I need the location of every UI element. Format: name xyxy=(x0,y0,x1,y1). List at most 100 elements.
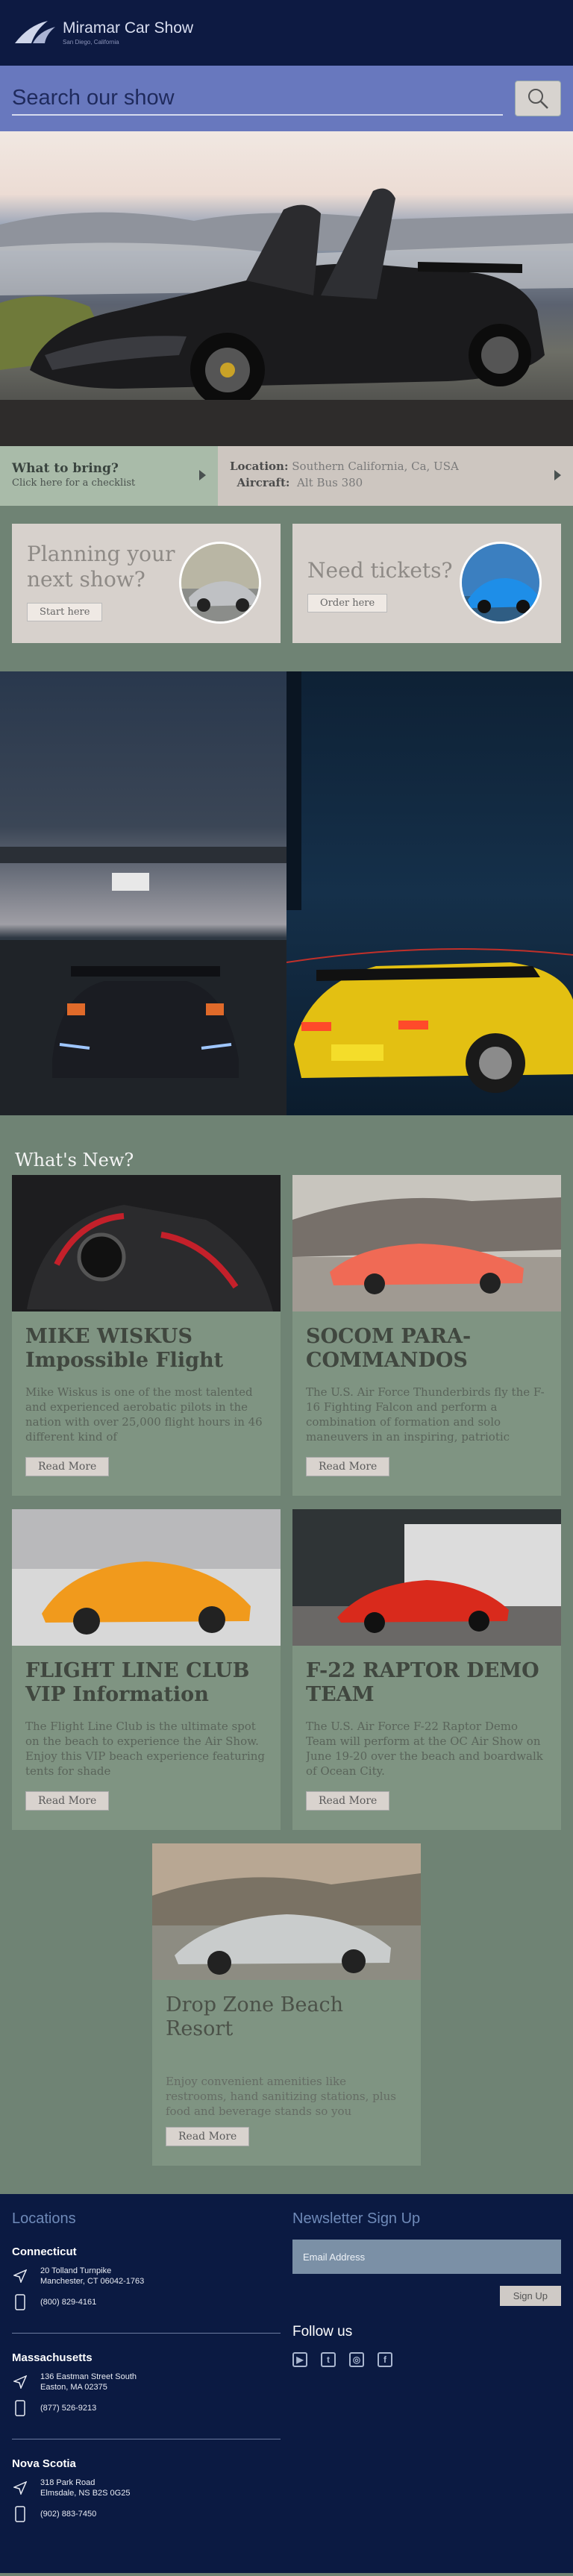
address-line1: 20 Tolland Turnpike xyxy=(40,2266,112,2275)
address-line2: Manchester, CT 06042-1763 xyxy=(40,2277,145,2286)
news-card: MIKE WISKUS Impossible Flight Mike Wisku… xyxy=(12,1175,281,1496)
logo-icon[interactable] xyxy=(13,19,57,46)
address-line2: Elmsdale, NS B2S 0G25 xyxy=(40,2489,131,2498)
news-card: SOCOM PARA-COMMANDOS The U.S. Air Force … xyxy=(292,1175,561,1496)
news-heading: What's New? xyxy=(15,1150,134,1171)
locations-heading: Locations xyxy=(12,2210,76,2227)
news-card-image xyxy=(12,1175,281,1311)
brand-location: San Diego, California xyxy=(63,39,119,46)
region-massachusetts: Massachusetts 136 Eastman Street South Ea… xyxy=(12,2351,281,2416)
order-here-button[interactable]: Order here xyxy=(307,594,388,612)
map-pin-icon xyxy=(12,2481,28,2495)
promo-cards: Planning your next show? Start here Need… xyxy=(0,506,573,671)
region-nova-scotia: Nova Scotia 318 Park Road Elmsdale, NS B2… xyxy=(12,2457,281,2522)
search-button[interactable] xyxy=(515,81,561,116)
promo-car-image xyxy=(460,542,542,624)
locations-section: Locations Connecticut 20 Tolland Turnpik… xyxy=(12,2210,281,2573)
region-name: Massachusetts xyxy=(12,2351,93,2364)
search-bar xyxy=(0,66,573,131)
phone-row[interactable]: (902) 883-7450 xyxy=(12,2506,281,2522)
address-row[interactable]: 318 Park Road Elmsdale, NS B2S 0G25 xyxy=(12,2478,281,2498)
region-connecticut: Connecticut 20 Tolland Turnpike Mancheste… xyxy=(12,2246,281,2310)
gallery-image-night xyxy=(286,671,573,1115)
news-card-title: SOCOM PARA-COMMANDOS xyxy=(306,1325,472,1372)
news-card: FLIGHT LINE CLUB VIP Information The Fli… xyxy=(12,1509,281,1830)
phone-icon xyxy=(12,2294,28,2310)
read-more-button[interactable]: Read More xyxy=(306,1791,390,1811)
follow-heading: Follow us xyxy=(292,2324,353,2340)
region-name: Nova Scotia xyxy=(12,2457,76,2470)
phone-icon xyxy=(12,2400,28,2416)
instagram-icon[interactable]: ◎ xyxy=(349,2352,364,2367)
aircraft-value: Alt Bus 380 xyxy=(297,476,363,489)
address-line1: 136 Eastman Street South xyxy=(40,2372,137,2381)
gallery-image-track xyxy=(0,671,286,1115)
what-to-bring-link[interactable]: What to bring? Click here for a checklis… xyxy=(0,446,218,506)
search-icon xyxy=(528,89,548,109)
news-card-text: The U.S. Air Force Thunderbirds fly the … xyxy=(306,1385,545,1444)
chevron-right-icon xyxy=(199,470,206,480)
youtube-icon[interactable]: ▶ xyxy=(292,2352,307,2367)
address-row[interactable]: 136 Eastman Street South Easton, MA 02375 xyxy=(12,2372,281,2392)
news-card-image xyxy=(292,1509,561,1646)
read-more-button[interactable]: Read More xyxy=(25,1457,110,1476)
hero-image xyxy=(0,131,573,446)
location-row: Location: Southern California, Ca, USA xyxy=(230,458,561,474)
address-line2: Easton, MA 02375 xyxy=(40,2383,107,2392)
map-pin-icon xyxy=(12,2375,28,2389)
region-name: Connecticut xyxy=(12,2246,77,2258)
brand-title[interactable]: Miramar Car Show xyxy=(63,20,193,36)
phone-number: (902) 883-7450 xyxy=(40,2510,97,2519)
news-card: F-22 RAPTOR DEMO TEAM The U.S. Air Force… xyxy=(292,1509,561,1830)
phone-icon xyxy=(12,2506,28,2522)
read-more-button[interactable]: Read More xyxy=(306,1457,390,1476)
address-row[interactable]: 20 Tolland Turnpike Manchester, CT 06042-… xyxy=(12,2266,281,2287)
promo-title: Planning your next show? xyxy=(27,542,175,592)
map-pin-icon xyxy=(12,2269,28,2283)
location-info[interactable]: Location: Southern California, Ca, USA A… xyxy=(218,446,573,506)
promo-card-tickets: Need tickets? Order here xyxy=(292,524,561,643)
news-card-title: MIKE WISKUS Impossible Flight xyxy=(25,1325,224,1372)
newsletter-heading: Newsletter Sign Up xyxy=(292,2210,421,2227)
sign-up-button[interactable]: Sign Up xyxy=(499,2286,561,2306)
email-input[interactable] xyxy=(292,2240,561,2274)
phone-number: (800) 829-4161 xyxy=(40,2298,97,2307)
address-line1: 318 Park Road xyxy=(40,2478,96,2487)
phone-number: (877) 526-9213 xyxy=(40,2404,97,2413)
facebook-icon[interactable]: f xyxy=(378,2352,392,2367)
info-strip: What to bring? Click here for a checklis… xyxy=(0,446,573,506)
location-value: Southern California, Ca, USA xyxy=(292,460,459,473)
what-to-bring-title: What to bring? xyxy=(12,461,119,476)
divider xyxy=(12,2333,281,2334)
aircraft-label: Aircraft: xyxy=(237,476,290,489)
aircraft-row: Aircraft: Alt Bus 380 xyxy=(230,474,561,491)
site-header: Miramar Car Show San Diego, California xyxy=(0,0,573,66)
news-card-text: Mike Wiskus is one of the most talented … xyxy=(25,1385,263,1444)
promo-card-planning: Planning your next show? Start here xyxy=(12,524,281,643)
news-card-image xyxy=(12,1509,281,1646)
checklist-link-text: Click here for a checklist xyxy=(12,477,136,489)
phone-row[interactable]: (877) 526-9213 xyxy=(12,2400,281,2416)
news-card-text: The Flight Line Club is the ultimate spo… xyxy=(25,1720,266,1778)
news-card-text: Enjoy convenient amenities like restroom… xyxy=(166,2075,396,2118)
read-more-button[interactable]: Read More xyxy=(166,2127,250,2146)
start-here-button[interactable]: Start here xyxy=(27,603,103,621)
news-card: Drop Zone Beach Resort Enjoy convenient … xyxy=(152,1843,421,2166)
twitter-icon[interactable]: t xyxy=(321,2352,336,2367)
news-card-title: Drop Zone Beach Resort xyxy=(166,1993,344,2040)
read-more-button[interactable]: Read More xyxy=(25,1791,110,1811)
location-label: Location: xyxy=(230,460,289,473)
promo-car-image xyxy=(179,542,261,624)
news-card-text: The U.S. Air Force F-22 Raptor Demo Team… xyxy=(306,1720,543,1778)
social-links: ▶ t ◎ f xyxy=(292,2352,561,2367)
news-card-title: F-22 RAPTOR DEMO TEAM xyxy=(306,1659,539,1706)
news-card-image xyxy=(152,1843,421,1980)
hero-car-illustration xyxy=(0,188,573,446)
search-input[interactable] xyxy=(12,81,503,116)
phone-row[interactable]: (800) 829-4161 xyxy=(12,2294,281,2310)
newsletter-section: Newsletter Sign Up Sign Up Follow us ▶ t… xyxy=(281,2210,561,2573)
chevron-right-icon xyxy=(554,470,561,480)
news-card-image xyxy=(292,1175,561,1311)
news-card-title: FLIGHT LINE CLUB VIP Information xyxy=(25,1659,250,1706)
news-grid: MIKE WISKUS Impossible Flight Mike Wisku… xyxy=(0,1175,573,1830)
